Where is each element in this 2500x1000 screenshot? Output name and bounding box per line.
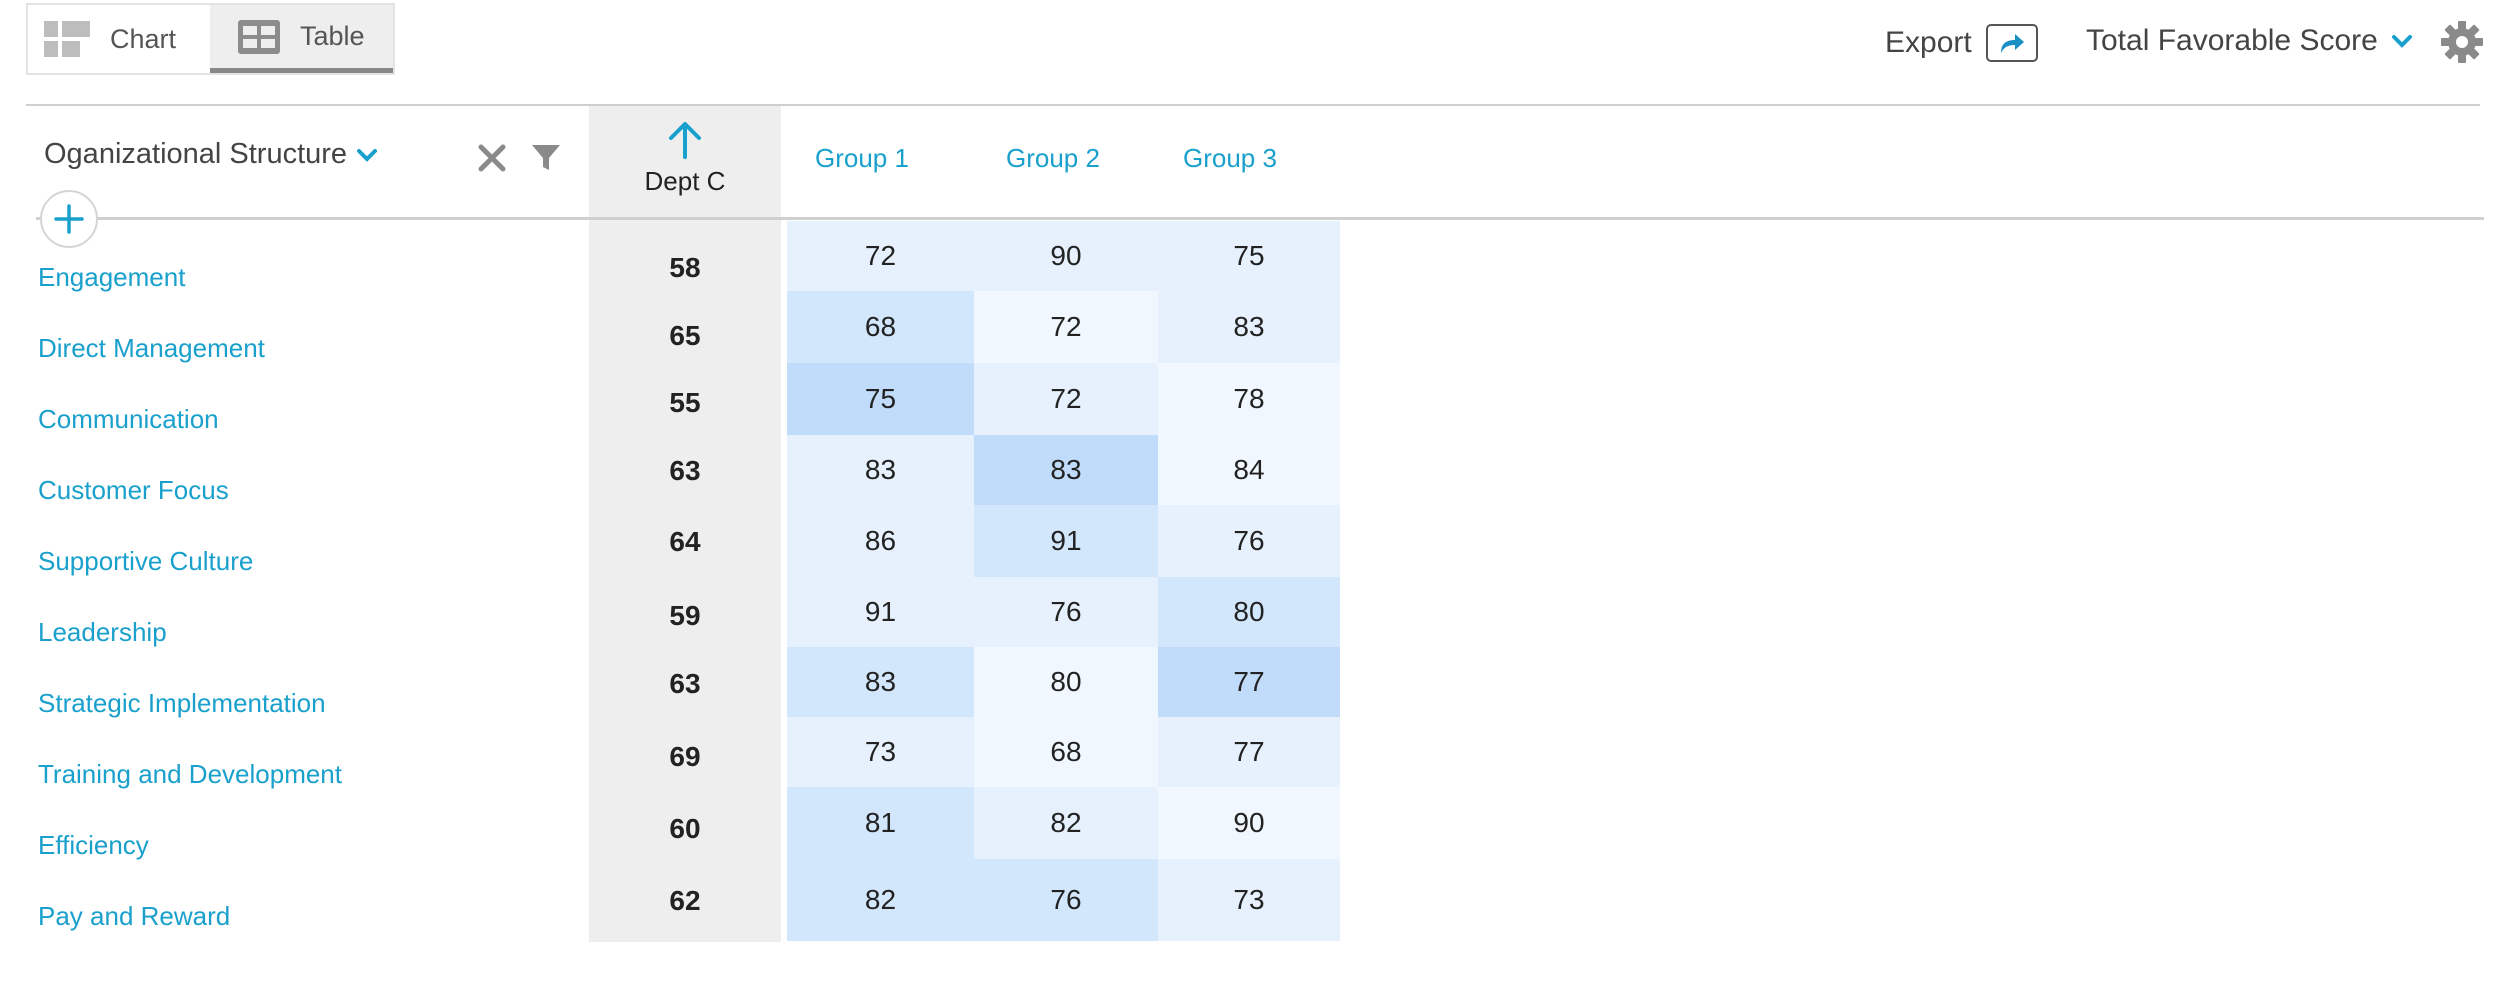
row-label-leadership[interactable]: Leadership — [38, 617, 167, 648]
table-cell: 83 — [1158, 291, 1340, 363]
table-cell: 90 — [974, 221, 1158, 291]
row-label-direct-management[interactable]: Direct Management — [38, 333, 265, 364]
chart-view-label: Chart — [110, 23, 177, 54]
clear-icon[interactable] — [476, 142, 508, 179]
row-label-communication[interactable]: Communication — [38, 404, 219, 435]
table-cell: 82 — [787, 859, 974, 941]
table-cell: 68 — [787, 291, 974, 363]
org-structure-label: Oganizational Structure — [44, 138, 348, 170]
row-label-engagement[interactable]: Engagement — [38, 262, 185, 293]
export-button[interactable]: Export — [1885, 24, 2038, 62]
table-cell: 72 — [787, 221, 974, 291]
table-cell: 77 — [1158, 717, 1340, 787]
table-cell: 83 — [974, 435, 1158, 505]
plus-icon — [54, 204, 84, 234]
share-arrow-icon — [1985, 24, 2038, 62]
table-cell: 68 — [974, 717, 1158, 787]
table-view-icon — [238, 19, 280, 54]
column-header-group-3[interactable]: Group 3 — [1183, 143, 1277, 174]
export-label: Export — [1885, 26, 1972, 59]
table-cell: 76 — [1158, 505, 1340, 577]
table-cell: 75 — [787, 363, 974, 435]
dept-c-value: 58 — [669, 252, 701, 283]
row-label-pay-and-reward[interactable]: Pay and Reward — [38, 901, 230, 932]
chevron-down-icon — [357, 148, 378, 162]
chart-view-icon — [44, 21, 90, 57]
row-label-supportive-culture[interactable]: Supportive Culture — [38, 546, 253, 577]
row-label-customer-focus[interactable]: Customer Focus — [38, 475, 229, 506]
table-cell: 72 — [974, 291, 1158, 363]
table-cell: 82 — [974, 787, 1158, 859]
table-cell: 83 — [787, 435, 974, 505]
table-cell: 75 — [1158, 221, 1340, 291]
table-cell: 80 — [1158, 577, 1340, 647]
table-cell: 77 — [1158, 647, 1340, 717]
dept-c-value: 59 — [669, 600, 701, 631]
add-row-button[interactable] — [40, 190, 98, 248]
view-toggle: Chart Table — [26, 3, 395, 75]
table-cell: 86 — [787, 505, 974, 577]
header-divider — [36, 217, 2484, 220]
column-header-group-1[interactable]: Group 1 — [815, 143, 909, 174]
score-type-dropdown[interactable]: Total Favorable Score — [2086, 24, 2412, 58]
table-cell: 76 — [974, 859, 1158, 941]
table-cell: 76 — [974, 577, 1158, 647]
filter-icon[interactable] — [530, 142, 562, 179]
dept-c-value: 64 — [669, 526, 701, 557]
settings-gear-icon[interactable] — [2440, 20, 2484, 69]
row-label-efficiency[interactable]: Efficiency — [38, 830, 149, 861]
column-header-group-2[interactable]: Group 2 — [1006, 143, 1100, 174]
org-structure-dropdown[interactable]: Oganizational Structure — [44, 138, 378, 171]
table-cell: 90 — [1158, 787, 1340, 859]
table-cell: 73 — [787, 717, 974, 787]
table-cell: 73 — [1158, 859, 1340, 941]
dept-c-column-header[interactable]: Dept C — [589, 120, 781, 197]
chevron-down-icon — [2391, 35, 2412, 48]
dept-c-label: Dept C — [644, 166, 726, 196]
sort-ascending-arrow-icon — [669, 122, 701, 159]
dept-c-value: 63 — [669, 455, 701, 486]
table-cell: 80 — [974, 647, 1158, 717]
dept-c-value: 63 — [669, 668, 701, 699]
table-cell: 81 — [787, 787, 974, 859]
table-cell: 91 — [787, 577, 974, 647]
dept-c-value: 62 — [669, 885, 701, 916]
table-view-button[interactable]: Table — [210, 5, 393, 73]
row-label-strategic-implementation[interactable]: Strategic Implementation — [38, 688, 326, 719]
score-type-label: Total Favorable Score — [2086, 24, 2378, 57]
toolbar-divider — [26, 104, 2480, 106]
dept-c-value: 55 — [669, 387, 701, 418]
dept-c-value: 69 — [669, 741, 701, 772]
table-cell: 78 — [1158, 363, 1340, 435]
table-view-label: Table — [300, 21, 365, 51]
table-cell: 84 — [1158, 435, 1340, 505]
chart-view-button[interactable]: Chart — [28, 5, 210, 73]
table-cell: 72 — [974, 363, 1158, 435]
dept-c-value: 65 — [669, 320, 701, 351]
dept-c-value: 60 — [669, 813, 701, 844]
row-label-training-and-development[interactable]: Training and Development — [38, 759, 342, 790]
table-cell: 91 — [974, 505, 1158, 577]
table-cell: 83 — [787, 647, 974, 717]
